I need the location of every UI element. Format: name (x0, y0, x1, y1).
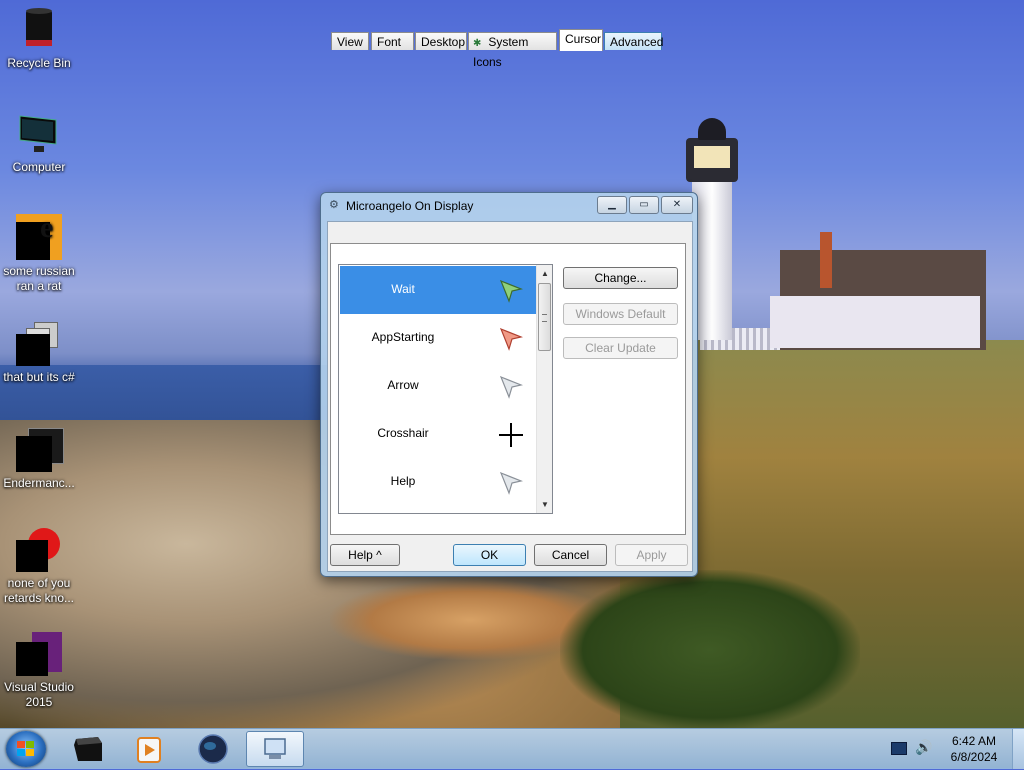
show-desktop-button[interactable] (1012, 729, 1024, 769)
maximize-icon: ▭ (639, 199, 649, 210)
black-cube-icon (74, 737, 102, 761)
windows-logo-icon (17, 741, 34, 756)
recycle-bin-icon (16, 6, 62, 52)
desktop-icon-shortcut-4[interactable]: none of you retards kno... (0, 526, 78, 606)
taskbar: 🔊 6:42 AM 6/8/2024 (0, 728, 1024, 769)
tab-advanced[interactable]: Advanced (604, 32, 663, 50)
crosshair-cursor-icon (498, 422, 524, 448)
wallpaper-bushes (560, 570, 860, 730)
list-item-crosshair[interactable]: Crosshair (340, 410, 536, 458)
cursor-list-scrollbar[interactable]: ▲ ▼ (536, 265, 552, 513)
desktop-icon-label: Visual Studio 2015 (4, 680, 74, 709)
start-button[interactable] (6, 731, 46, 767)
cursor-listbox[interactable]: Wait AppStarting Arrow Crosshair Help ▲ … (338, 264, 553, 514)
system-icons-tab-icon: ✱ (473, 38, 482, 49)
minimize-icon: ▁ (608, 199, 616, 210)
tab-view[interactable]: View (331, 32, 369, 50)
chevron-up-icon: ▲ (541, 269, 549, 278)
minimize-button[interactable]: ▁ (597, 196, 627, 214)
wallpaper-house-wall (770, 296, 980, 348)
list-item-label: Help (390, 474, 416, 488)
chevron-down-icon: ▼ (541, 500, 549, 509)
list-item-appstarting[interactable]: AppStarting (340, 314, 536, 362)
tab-cursor[interactable]: Cursor (559, 29, 603, 51)
list-item-label: AppStarting (371, 330, 435, 344)
dialog-titlebar[interactable]: ⚙ Microangelo On Display ▁ ▭ ✕ (321, 193, 697, 219)
list-item-wait[interactable]: Wait (340, 266, 536, 314)
tab-desktop[interactable]: Desktop (415, 32, 467, 50)
taskbar-microangelo[interactable] (246, 731, 304, 767)
wallpaper-chimney (820, 232, 832, 288)
scroll-up-button[interactable]: ▲ (537, 265, 552, 282)
desktop-icon-label: Endermanc... (3, 476, 75, 490)
shortcut-icon (16, 426, 64, 472)
list-item-label: Crosshair (377, 426, 429, 440)
shortcut-icon (16, 320, 62, 366)
volume-icon[interactable]: 🔊 (915, 739, 932, 755)
desktop-icon-shortcut-2[interactable]: that but its c# (0, 320, 78, 385)
taskbar-browser[interactable] (186, 731, 240, 767)
shortcut-icon: e (16, 213, 62, 260)
desktop-icon-label: Recycle Bin (7, 56, 71, 70)
desktop-icon-recycle-bin[interactable]: Recycle Bin (0, 6, 78, 71)
desktop-icon-label: some russian ran a rat (3, 264, 75, 293)
computer-icon (16, 110, 62, 156)
shortcut-icon (16, 526, 62, 572)
grip-icon (542, 314, 547, 322)
red-arrow-cursor-icon (498, 326, 524, 352)
media-player-icon (137, 737, 161, 763)
desktop-icon-shortcut-1[interactable]: e some russian ran a rat (0, 213, 78, 294)
arrow-cursor-icon (498, 374, 524, 400)
list-item-label: Arrow (387, 378, 419, 392)
desktop-icon-shortcut-3[interactable]: Endermanc... (0, 426, 78, 491)
green-arrow-cursor-icon (498, 278, 524, 304)
close-icon: ✕ (672, 199, 682, 210)
desktop-icon-label: Computer (12, 160, 66, 174)
ok-button[interactable]: OK (453, 544, 526, 566)
maximize-button[interactable]: ▭ (629, 196, 659, 214)
clock-time: 6:42 AM (951, 734, 997, 748)
desktop-icon-computer[interactable]: Computer (0, 110, 78, 175)
list-item-help[interactable]: Help (340, 458, 536, 506)
apply-button[interactable]: Apply (615, 544, 688, 566)
taskbar-clock[interactable]: 6:42 AM 6/8/2024 (944, 733, 1004, 765)
dialog-title: Microangelo On Display (346, 199, 474, 213)
network-icon[interactable] (891, 742, 907, 755)
clear-update-button[interactable]: Clear Update (563, 337, 678, 359)
tab-system-icons[interactable]: ✱ System Icons (468, 32, 557, 69)
close-button[interactable]: ✕ (661, 196, 693, 214)
help-button[interactable]: Help ^ (330, 544, 400, 566)
display-settings-icon (264, 738, 286, 759)
help-cursor-icon (498, 470, 524, 496)
desktop-icon-visual-studio[interactable]: Visual Studio 2015 (0, 630, 78, 710)
list-item-arrow[interactable]: Arrow (340, 362, 536, 410)
taskbar-media-player[interactable] (122, 731, 176, 767)
app-icon: ⚙ (329, 199, 339, 211)
list-item-label: Wait (391, 282, 415, 296)
taskbar-app-1[interactable] (62, 731, 116, 767)
globe-icon (198, 734, 228, 764)
scrollbar-thumb[interactable] (538, 283, 551, 351)
cancel-button[interactable]: Cancel (534, 544, 607, 566)
scroll-down-button[interactable]: ▼ (537, 496, 552, 513)
tab-font[interactable]: Font (371, 32, 414, 50)
desktop-icon-label: none of you retards kno... (3, 576, 75, 605)
desktop-icon-label: that but its c# (3, 370, 75, 384)
clock-date: 6/8/2024 (950, 750, 998, 764)
change-button[interactable]: Change... (563, 267, 678, 289)
visual-studio-icon (16, 630, 62, 676)
windows-default-button[interactable]: Windows Default (563, 303, 678, 325)
